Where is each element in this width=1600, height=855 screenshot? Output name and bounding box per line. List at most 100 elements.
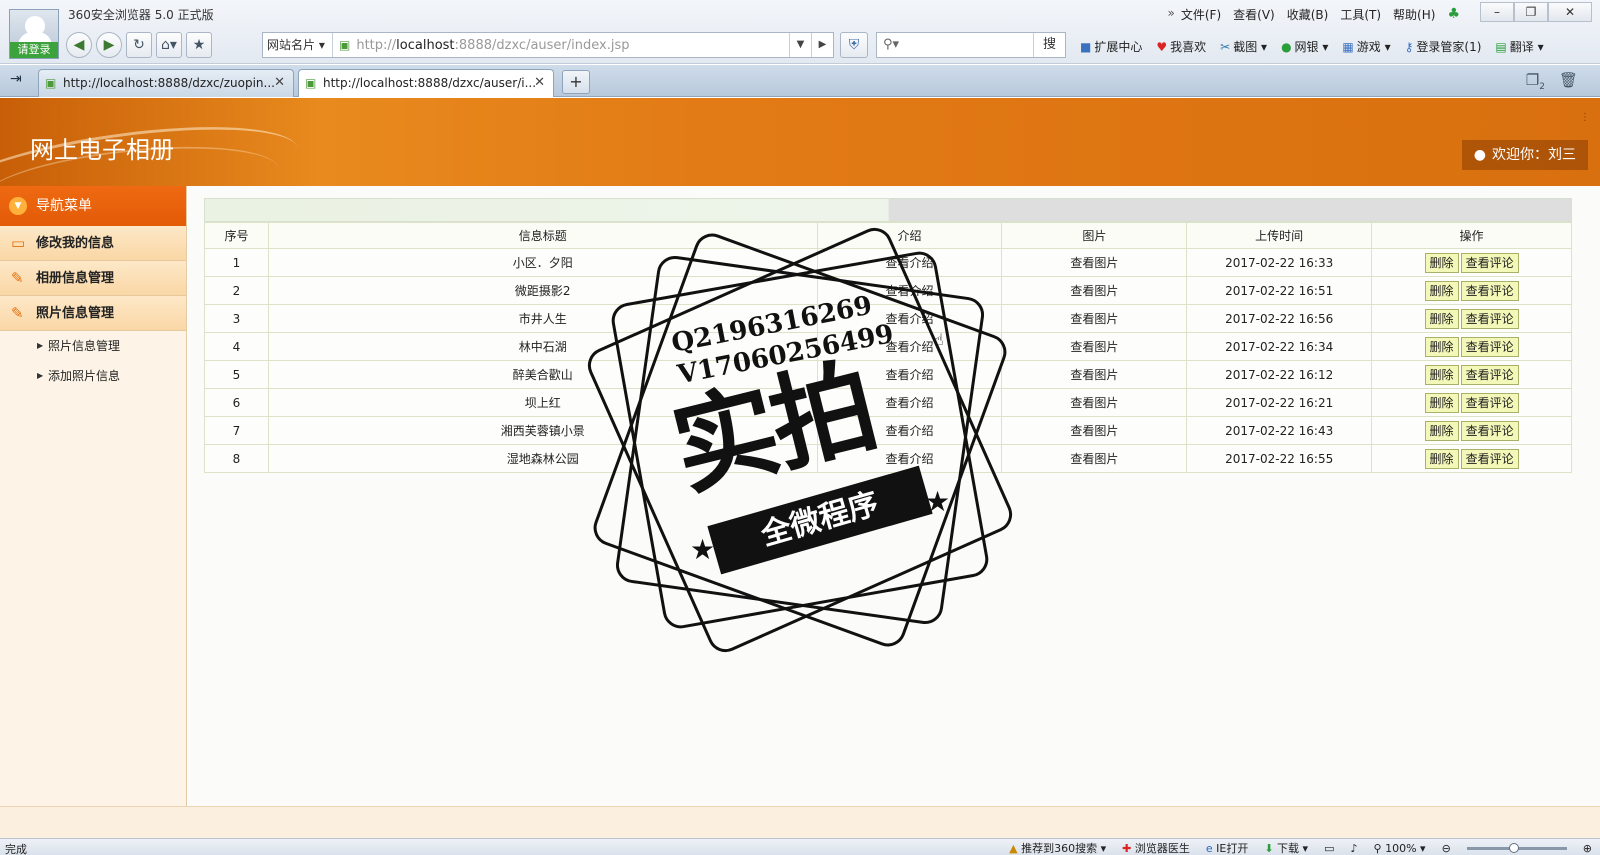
view-comments-button[interactable]: 查看评论	[1460, 392, 1519, 413]
status-zoom[interactable]: ⚲ 100% ▾	[1374, 842, 1426, 855]
view-image-link[interactable]: 查看图片	[1001, 248, 1188, 277]
restore-button[interactable]: ❐	[1514, 2, 1548, 22]
refresh-button[interactable]: ↻	[126, 32, 152, 58]
security-shield-button[interactable]: ⛨	[840, 32, 868, 58]
delete-button[interactable]: 删除	[1424, 280, 1459, 301]
sidebar-item-album-manage[interactable]: ✎ 相册信息管理	[0, 261, 186, 296]
minimize-button[interactable]: –	[1480, 2, 1514, 22]
home-button[interactable]: ⌂▾	[156, 32, 182, 58]
view-intro-link[interactable]: 查看介绍	[816, 332, 1003, 361]
delete-button[interactable]: 删除	[1424, 392, 1459, 413]
tab-auser[interactable]: ▣ http://localhost:8888/dzxc/auser/i... …	[298, 69, 554, 97]
sidebar-toggle-icon[interactable]: ⇥	[10, 71, 22, 87]
status-recommend[interactable]: ▲ 推荐到360搜索 ▾	[1009, 840, 1106, 855]
view-intro-link[interactable]: 查看介绍	[816, 276, 1003, 305]
sidebar-item-photo-manage[interactable]: ✎ 照片信息管理	[0, 296, 186, 331]
status-item-label: 浏览器医生	[1134, 842, 1190, 855]
tab-zuopin[interactable]: ▣ http://localhost:8888/dzxc/zuopin... ✕	[38, 69, 294, 97]
view-image-link[interactable]: 查看图片	[1001, 276, 1188, 305]
new-tab-button[interactable]: +	[562, 70, 590, 94]
status-ie-open[interactable]: e IE打开	[1206, 840, 1248, 855]
view-image-link[interactable]: 查看图片	[1001, 304, 1188, 333]
view-intro-link[interactable]: 查看介绍	[816, 248, 1003, 277]
site-cards-dropdown[interactable]: 网站名片 ▾	[263, 33, 333, 57]
address-history-dropdown[interactable]: ▼	[789, 33, 811, 57]
zoom-out-icon[interactable]: ⊖	[1442, 842, 1451, 855]
zoom-slider[interactable]	[1466, 842, 1567, 853]
table-row: 7 湘西芙蓉镇小景 查看介绍 查看图片 2017-02-22 16:43 删除 查看评论	[204, 416, 1572, 445]
view-image-link[interactable]: 查看图片	[1001, 416, 1188, 445]
view-intro-link[interactable]: 查看介绍	[816, 388, 1003, 417]
toolbar-likes[interactable]: ♥ 我喜欢	[1156, 38, 1206, 55]
view-intro-link[interactable]: 查看介绍	[816, 416, 1003, 445]
toolbar-screenshot[interactable]: ✂ 截图 ▾	[1220, 38, 1267, 55]
login-label[interactable]: 请登录	[10, 42, 58, 58]
view-comments-button[interactable]: 查看评论	[1460, 420, 1519, 441]
sidebar-subitem-photo-manage[interactable]: ▶ 照片信息管理	[0, 331, 186, 361]
window-controls: – ❐ ✕	[1480, 2, 1592, 22]
menu-view[interactable]: 查看(V)	[1233, 6, 1275, 23]
nav-menu-header[interactable]: ▼ 导航菜单	[0, 186, 186, 226]
menu-favorites[interactable]: 收藏(B)	[1287, 6, 1329, 23]
status-download[interactable]: ⬇ 下载 ▾	[1264, 840, 1308, 855]
view-image-link[interactable]: 查看图片	[1001, 444, 1188, 473]
screen-icon[interactable]: ▭	[1324, 842, 1334, 855]
skin-shirt-icon[interactable]: ♣	[1447, 6, 1460, 23]
view-image-link[interactable]: 查看图片	[1001, 360, 1188, 389]
address-bar[interactable]: 网站名片 ▾ ▣ http://localhost:8888/dzxc/ause…	[262, 32, 834, 58]
delete-button[interactable]: 删除	[1424, 420, 1459, 441]
view-comments-button[interactable]: 查看评论	[1460, 308, 1519, 329]
menu-help[interactable]: 帮助(H)	[1393, 6, 1435, 23]
close-icon[interactable]: ✕	[534, 70, 545, 96]
view-comments-button[interactable]: 查看评论	[1460, 252, 1519, 273]
toolbar-games[interactable]: ▦ 游戏 ▾	[1342, 38, 1390, 55]
close-window-button[interactable]: ✕	[1548, 2, 1592, 22]
login-avatar[interactable]: 请登录	[9, 9, 59, 59]
speaker-icon[interactable]: ♪	[1350, 842, 1357, 855]
favorite-star-button[interactable]: ★	[186, 32, 212, 58]
sidebar-item-edit-info[interactable]: ▭ 修改我的信息	[0, 226, 186, 261]
tab-list-icon[interactable]: ❐2	[1526, 71, 1545, 92]
chevron-down-icon: ▼	[9, 197, 27, 215]
sidebar-subitem-add-photo[interactable]: ▶ 添加照片信息	[0, 361, 186, 391]
menu-tools[interactable]: 工具(T)	[1340, 6, 1381, 23]
zoom-slider-knob[interactable]	[1508, 842, 1519, 853]
delete-button[interactable]: 删除	[1424, 364, 1459, 385]
magnifier-icon: ⚲	[1373, 841, 1382, 855]
chevron-double-right-icon[interactable]: »	[1168, 6, 1175, 23]
delete-button[interactable]: 删除	[1424, 252, 1459, 273]
trash-icon[interactable]: 🗑	[1559, 71, 1578, 92]
url-text[interactable]: http://localhost:8888/dzxc/auser/index.j…	[356, 38, 629, 53]
view-comments-button[interactable]: 查看评论	[1460, 336, 1519, 357]
view-comments-button[interactable]: 查看评论	[1460, 280, 1519, 301]
menu-file[interactable]: 文件(F)	[1181, 6, 1221, 23]
view-intro-link[interactable]: 查看介绍	[816, 360, 1003, 389]
view-intro-link[interactable]: 查看介绍	[816, 444, 1003, 473]
forward-button[interactable]: ▶	[96, 32, 122, 58]
toolbar-bank[interactable]: ● 网银 ▾	[1281, 38, 1328, 55]
tab-label: http://localhost:8888/dzxc/zuopin...	[63, 76, 275, 90]
search-input[interactable]: ⚲▾ 搜	[876, 32, 1066, 58]
view-image-link[interactable]: 查看图片	[1001, 388, 1188, 417]
search-button[interactable]: 搜	[1033, 33, 1065, 57]
tab-bar: ⇥ ▣ http://localhost:8888/dzxc/zuopin...…	[0, 65, 1600, 97]
back-button[interactable]: ◀	[66, 32, 92, 58]
toolbar-extensions[interactable]: ■ 扩展中心	[1080, 38, 1142, 55]
status-doctor[interactable]: ✚ 浏览器医生	[1122, 840, 1190, 855]
view-comments-button[interactable]: 查看评论	[1460, 364, 1519, 385]
cell-actions: 删除 查看评论	[1371, 444, 1572, 473]
delete-button[interactable]: 删除	[1424, 336, 1459, 357]
zoom-in-icon[interactable]: ⊕	[1583, 842, 1592, 855]
view-comments-button[interactable]: 查看评论	[1460, 448, 1519, 469]
view-image-link[interactable]: 查看图片	[1001, 332, 1188, 361]
close-icon[interactable]: ✕	[274, 70, 285, 96]
view-intro-link[interactable]: 查看介绍	[816, 304, 1003, 333]
table-header-row: 序号 信息标题 介绍 图片 上传时间 操作	[204, 222, 1572, 249]
delete-button[interactable]: 删除	[1424, 448, 1459, 469]
toolbar-translate[interactable]: ▤ 翻译 ▾	[1495, 38, 1543, 55]
browser-chrome: 请登录 360安全浏览器 5.0 正式版 » 文件(F) 查看(V) 收藏(B)…	[0, 0, 1600, 64]
col-header-actions: 操作	[1371, 222, 1572, 249]
toolbar-login-manager[interactable]: ⚷ 登录管家(1)	[1405, 38, 1482, 55]
go-button[interactable]: ▶	[811, 33, 833, 57]
delete-button[interactable]: 删除	[1424, 308, 1459, 329]
